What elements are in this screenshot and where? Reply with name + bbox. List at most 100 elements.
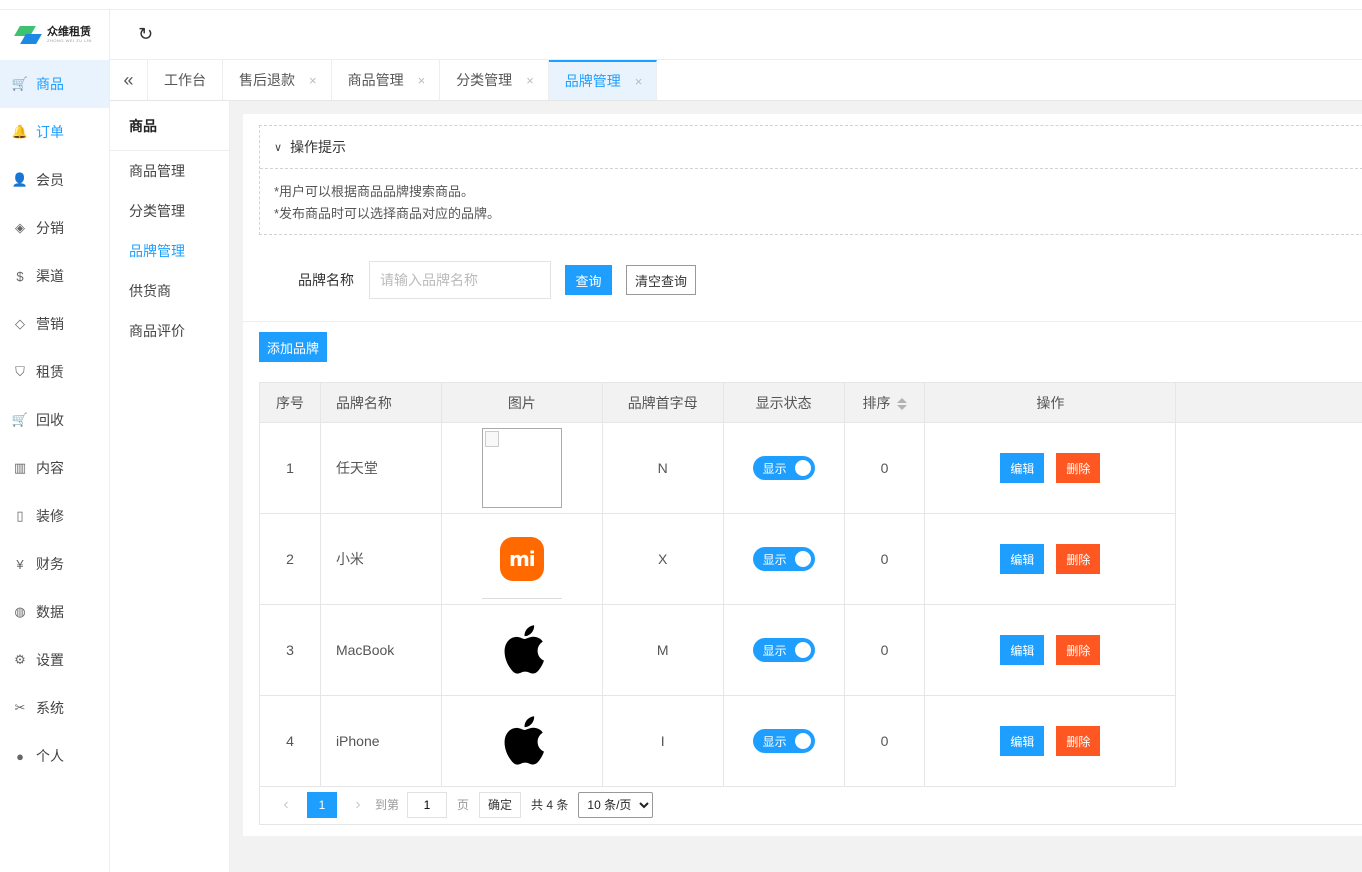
- sidebar-item-13[interactable]: ✂ 系统: [0, 684, 109, 732]
- subnav-item[interactable]: 商品管理: [110, 151, 229, 191]
- tab-bar: « 工作台 售后退款 × 商品管理 × 分类管理 × 品牌管理 ×: [110, 60, 1362, 101]
- status-toggle[interactable]: 显示: [752, 456, 815, 480]
- dollar-icon: $: [16, 268, 24, 284]
- sidebar-item-label: 内容: [36, 460, 64, 476]
- tab-3[interactable]: 分类管理 ×: [440, 60, 549, 100]
- status-toggle[interactable]: 显示: [752, 729, 815, 753]
- toggle-knob: [794, 733, 811, 749]
- query-button[interactable]: 查询: [565, 265, 612, 295]
- cell-initial: I: [601, 695, 724, 787]
- close-icon[interactable]: ×: [418, 73, 426, 88]
- cell-initial: M: [601, 604, 724, 696]
- subnav-item[interactable]: 商品评价: [110, 311, 229, 351]
- close-icon[interactable]: ×: [526, 73, 534, 88]
- subnav-title: 商品: [110, 101, 229, 151]
- cell-index: 1: [259, 422, 321, 514]
- sidebar-item-2[interactable]: 👤 会员: [0, 156, 109, 204]
- toggle-knob: [794, 642, 811, 658]
- sidebar-item-9[interactable]: ▯ 装修: [0, 492, 109, 540]
- sidebar-item-label: 营销: [36, 316, 64, 332]
- clear-query-button[interactable]: 清空查询: [626, 265, 696, 295]
- tab-label: 分类管理: [456, 72, 513, 88]
- tab-label: 商品管理: [347, 72, 404, 88]
- edit-button[interactable]: 编辑: [1000, 453, 1045, 483]
- edit-button[interactable]: 编辑: [1000, 544, 1045, 574]
- logo-text: 众维租赁: [47, 26, 92, 38]
- cell-image: mi: [440, 513, 603, 605]
- brand-name-label: 品牌名称: [298, 272, 354, 288]
- cell-status: 显示: [722, 513, 845, 605]
- tips-toggle[interactable]: ∨ 操作提示: [260, 126, 1362, 169]
- tab-4[interactable]: 品牌管理 ×: [548, 60, 658, 100]
- book-icon: ▥: [13, 460, 27, 475]
- header-sort[interactable]: 排序: [843, 382, 926, 423]
- brand-image: [482, 610, 562, 690]
- sidebar-item-label: 回收: [36, 412, 64, 428]
- subnav-item[interactable]: 分类管理: [110, 191, 229, 231]
- edit-button[interactable]: 编辑: [1000, 726, 1045, 756]
- cell-initial: X: [601, 513, 724, 605]
- close-icon[interactable]: ×: [309, 73, 317, 88]
- sidebar-item-12[interactable]: ⚙ 设置: [0, 636, 109, 684]
- apple-logo-icon: [498, 620, 546, 681]
- goto-confirm-button[interactable]: 确定: [479, 791, 522, 818]
- sidebar-item-5[interactable]: ◇ 营销: [0, 300, 109, 348]
- tab-1[interactable]: 售后退款 ×: [223, 60, 332, 100]
- next-page-icon[interactable]: ›: [347, 796, 369, 814]
- table-row: 3 MacBook M 显示 0 编辑 删除: [259, 604, 1362, 696]
- page-size-select[interactable]: 10 条/页20 条/页30 条/页40 条/页50 条/页: [578, 791, 654, 818]
- cell-filler: [1175, 695, 1362, 787]
- sidebar-item-label: 订单: [36, 124, 64, 140]
- tab-2[interactable]: 商品管理 ×: [332, 60, 441, 100]
- status-toggle[interactable]: 显示: [752, 638, 815, 662]
- cell-image: [440, 695, 603, 787]
- sidebar-item-8[interactable]: ▥ 内容: [0, 444, 109, 492]
- toggle-knob: [794, 551, 811, 567]
- delete-button[interactable]: 删除: [1056, 726, 1101, 756]
- refresh-icon[interactable]: ↻: [138, 24, 153, 45]
- add-brand-button[interactable]: 添加品牌: [259, 332, 327, 362]
- cell-status: 显示: [722, 695, 845, 787]
- delete-button[interactable]: 删除: [1056, 453, 1101, 483]
- total-count: 共 4 条: [531, 798, 569, 812]
- sidebar-item-0[interactable]: 🛒 商品: [0, 60, 109, 108]
- page-current[interactable]: 1: [307, 791, 337, 818]
- tab-0[interactable]: 工作台: [148, 60, 223, 100]
- tools-icon: ✂: [14, 700, 26, 715]
- brand-image: [482, 701, 562, 781]
- sidebar-item-7[interactable]: 🛒 回收: [0, 396, 109, 444]
- sidebar-item-6[interactable]: ⛉ 租赁: [0, 348, 109, 396]
- goto-label: 到第: [375, 798, 400, 812]
- divider: [243, 321, 1362, 322]
- edit-button[interactable]: 编辑: [1000, 635, 1045, 665]
- status-toggle[interactable]: 显示: [752, 547, 815, 571]
- collapse-tabs-icon[interactable]: «: [110, 60, 148, 100]
- delete-button[interactable]: 删除: [1056, 544, 1101, 574]
- main-sidebar: 众维租赁 ZHONG WEI ZU LIN 🛒 商品 🔔 订单 👤 会员 ◈ 分销 $ 渠道 ◇ 营销…: [0, 10, 110, 872]
- sidebar-item-3[interactable]: ◈ 分销: [0, 204, 109, 252]
- logo[interactable]: 众维租赁 ZHONG WEI ZU LIN: [0, 10, 109, 60]
- subnav-item[interactable]: 供货商: [110, 271, 229, 311]
- sidebar-item-4[interactable]: $ 渠道: [0, 252, 109, 300]
- sidebar-item-14[interactable]: ● 个人: [0, 732, 109, 780]
- sidebar-item-11[interactable]: ◍ 数据: [0, 588, 109, 636]
- sidebar-item-10[interactable]: ¥ 财务: [0, 540, 109, 588]
- status-toggle-label: 显示: [762, 643, 787, 658]
- sidebar-item-1[interactable]: 🔔 订单: [0, 108, 109, 156]
- prev-page-icon[interactable]: ‹: [275, 796, 297, 814]
- cell-name: 任天堂: [319, 422, 442, 514]
- status-toggle-label: 显示: [762, 552, 787, 567]
- sort-icon[interactable]: [896, 397, 907, 410]
- cart-icon: 🛒: [11, 76, 29, 91]
- sidebar-item-label: 租赁: [36, 364, 64, 380]
- subnav-item[interactable]: 品牌管理: [110, 231, 229, 271]
- delete-button[interactable]: 删除: [1056, 635, 1101, 665]
- cell-ops: 编辑 删除: [924, 422, 1177, 514]
- goto-page-input[interactable]: [407, 791, 448, 818]
- tips-title: 操作提示: [290, 139, 347, 155]
- cell-filler: [1175, 513, 1362, 605]
- brand-name-input[interactable]: [369, 261, 551, 299]
- close-icon[interactable]: ×: [635, 74, 643, 89]
- cell-status: 显示: [722, 604, 845, 696]
- main-content: ∨ 操作提示 *用户可以根据商品品牌搜索商品。 *发布商品时可以选择商品对应的品…: [243, 114, 1362, 836]
